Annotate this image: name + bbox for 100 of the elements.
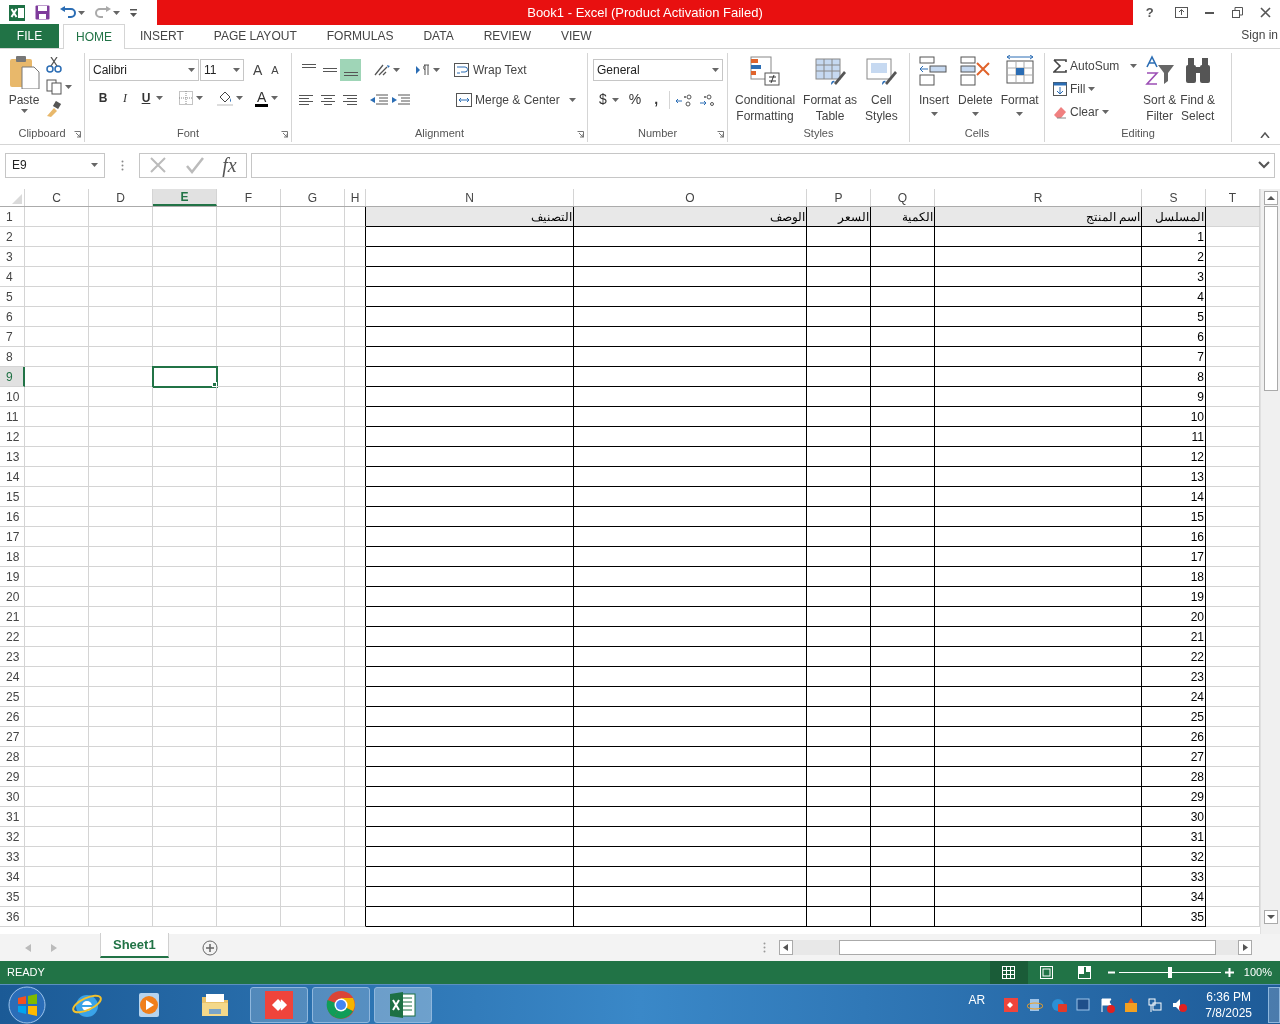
- sheet-tab[interactable]: Sheet1: [100, 933, 169, 958]
- row-header[interactable]: 12: [0, 427, 25, 447]
- zoom-level[interactable]: 100%: [1243, 964, 1272, 981]
- row-header[interactable]: 23: [0, 647, 25, 667]
- scroll-thumb[interactable]: [1263, 206, 1278, 391]
- row-header[interactable]: 5: [0, 287, 25, 307]
- row-header[interactable]: 35: [0, 887, 25, 907]
- language-indicator[interactable]: AR: [968, 990, 986, 1009]
- row-header[interactable]: 1: [0, 207, 25, 227]
- cells-button[interactable]: Insert: [916, 55, 952, 116]
- scroll-thumb[interactable]: [838, 940, 1216, 955]
- row-header[interactable]: 24: [0, 667, 25, 687]
- vertical-scrollbar[interactable]: [1260, 189, 1280, 934]
- row-header[interactable]: 28: [0, 747, 25, 767]
- column-header[interactable]: P: [807, 189, 871, 206]
- ribbon-tab[interactable]: FILE: [0, 24, 59, 48]
- row-header[interactable]: 30: [0, 787, 25, 807]
- row-header[interactable]: 3: [0, 247, 25, 267]
- row-header[interactable]: 34: [0, 867, 25, 887]
- column-header[interactable]: F: [217, 189, 281, 206]
- row-header[interactable]: 33: [0, 847, 25, 867]
- shrink-font-button[interactable]: A: [269, 61, 281, 79]
- row-header[interactable]: 6: [0, 307, 25, 327]
- ribbon-tab[interactable]: VIEW: [546, 24, 607, 48]
- row-header[interactable]: 14: [0, 467, 25, 487]
- editing-button[interactable]: Find & Select: [1178, 55, 1218, 124]
- clear-button[interactable]: Clear: [1051, 101, 1141, 123]
- column-header[interactable]: Q: [871, 189, 935, 206]
- show-desktop-button[interactable]: [1268, 986, 1280, 1023]
- name-box[interactable]: E9: [5, 152, 105, 178]
- cells-button[interactable]: Format: [998, 55, 1041, 116]
- row-header[interactable]: 20: [0, 587, 25, 607]
- styles-button[interactable]: Cell Styles: [862, 55, 901, 124]
- row-header[interactable]: 2: [0, 227, 25, 247]
- formula-input[interactable]: [251, 152, 1275, 178]
- row-header[interactable]: 10: [0, 387, 25, 407]
- row-header[interactable]: 11: [0, 407, 25, 427]
- row-header[interactable]: 16: [0, 507, 25, 527]
- fill-button[interactable]: Fill: [1051, 78, 1141, 100]
- font-name-field[interactable]: Calibri: [89, 59, 199, 81]
- row-header[interactable]: 32: [0, 827, 25, 847]
- zoom-slider[interactable]: [1118, 967, 1221, 978]
- number-format-field[interactable]: General: [593, 59, 723, 81]
- column-header[interactable]: R: [935, 189, 1142, 206]
- column-header[interactable]: N: [366, 189, 574, 206]
- wrap-text-button[interactable]: Wrap Text: [452, 59, 529, 81]
- currency-button[interactable]: $: [599, 89, 607, 110]
- row-header[interactable]: 15: [0, 487, 25, 507]
- row-header[interactable]: 13: [0, 447, 25, 467]
- zoom-thumb[interactable]: [1167, 967, 1172, 978]
- table-cell: 34: [1142, 887, 1206, 907]
- row-header[interactable]: 18: [0, 547, 25, 567]
- ribbon-tab[interactable]: PAGE LAYOUT: [198, 24, 312, 48]
- row-header[interactable]: 31: [0, 807, 25, 827]
- cells-button[interactable]: Delete: [956, 55, 995, 116]
- styles-button[interactable]: Format as Table: [800, 55, 861, 124]
- styles-button[interactable]: Conditional Formatting: [732, 55, 799, 124]
- ribbon-tab[interactable]: DATA: [408, 24, 469, 48]
- help-button[interactable]: ?: [1141, 2, 1158, 23]
- row-header[interactable]: 29: [0, 767, 25, 787]
- editing-button[interactable]: Sort & Filter: [1141, 55, 1179, 124]
- font-color-button[interactable]: A: [255, 89, 269, 107]
- column-header[interactable]: O: [574, 189, 807, 206]
- merge-center-button[interactable]: Merge & Center: [454, 89, 578, 111]
- paste-button[interactable]: Paste: [6, 55, 42, 117]
- row-header[interactable]: 19: [0, 567, 25, 587]
- ribbon-tab[interactable]: HOME: [63, 24, 125, 49]
- horizontal-scrollbar[interactable]: [778, 940, 1252, 955]
- column-header[interactable]: H: [345, 189, 366, 206]
- bold-button[interactable]: B: [95, 89, 111, 107]
- italic-button[interactable]: I: [117, 89, 133, 107]
- row-header[interactable]: 36: [0, 907, 25, 927]
- column-header[interactable]: S: [1142, 189, 1206, 206]
- percent-button[interactable]: %: [628, 89, 642, 110]
- underline-button[interactable]: U: [139, 89, 153, 107]
- ribbon-tab[interactable]: REVIEW: [468, 24, 546, 48]
- selected-cell[interactable]: [153, 367, 217, 387]
- comma-button[interactable]: ,: [651, 89, 662, 110]
- font-size-field[interactable]: 11: [200, 59, 244, 81]
- row-header[interactable]: 4: [0, 267, 25, 287]
- ribbon-tab[interactable]: INSERT: [125, 24, 199, 48]
- insert-cells-icon: [918, 55, 950, 87]
- row-header[interactable]: 22: [0, 627, 25, 647]
- row-header[interactable]: 25: [0, 687, 25, 707]
- ribbon-tab[interactable]: FORMULAS: [311, 24, 409, 48]
- row-header[interactable]: 9: [0, 367, 25, 387]
- column-header[interactable]: E: [153, 189, 217, 206]
- row-header[interactable]: 7: [0, 327, 25, 347]
- row-header[interactable]: 17: [0, 527, 25, 547]
- clock[interactable]: 6:36 PM 7/8/2025: [1205, 988, 1252, 1021]
- vertical-align-button[interactable]: [340, 59, 361, 81]
- sign-in-link[interactable]: Sign in: [1241, 26, 1278, 44]
- column-header[interactable]: G: [281, 189, 345, 206]
- row-header[interactable]: 21: [0, 607, 25, 627]
- autosum-button[interactable]: AutoSum: [1051, 55, 1141, 77]
- insert-function-button[interactable]: fx: [222, 150, 237, 180]
- grow-font-button[interactable]: A: [251, 59, 265, 81]
- row-header[interactable]: 27: [0, 727, 25, 747]
- row-header[interactable]: 26: [0, 707, 25, 727]
- column-header[interactable]: C: [25, 189, 89, 206]
